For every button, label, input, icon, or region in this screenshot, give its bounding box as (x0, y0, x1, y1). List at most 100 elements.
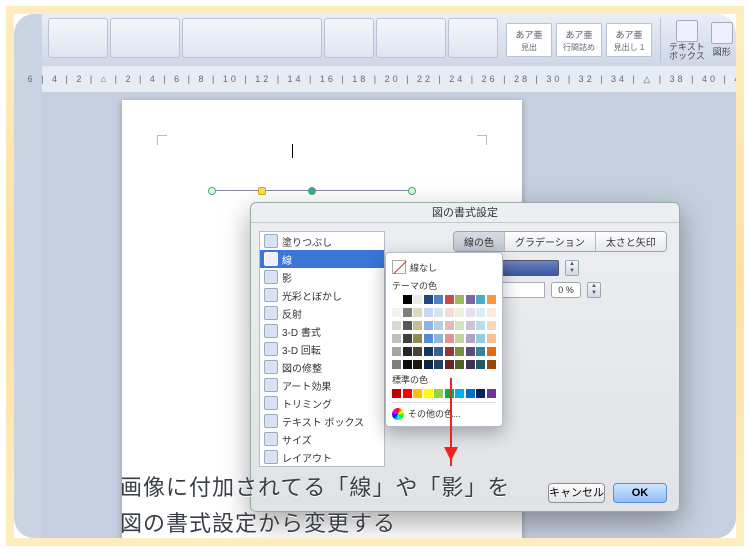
more-colors-option[interactable]: その他の色... (392, 402, 496, 420)
sidebar-item[interactable]: テキスト ボックス (260, 412, 384, 430)
color-swatch[interactable] (466, 347, 475, 356)
color-swatch[interactable] (424, 347, 433, 356)
no-line-option[interactable]: 線なし (392, 259, 496, 275)
color-swatch[interactable] (455, 321, 464, 330)
color-swatch[interactable] (434, 360, 443, 369)
color-swatch[interactable] (424, 321, 433, 330)
resize-handle[interactable] (208, 187, 216, 195)
ribbon-group[interactable] (110, 18, 180, 58)
sidebar-item[interactable]: レイアウト (260, 448, 384, 466)
color-swatch[interactable] (403, 347, 412, 356)
ribbon-group[interactable] (376, 18, 446, 58)
color-swatch[interactable] (476, 295, 485, 304)
color-swatch[interactable] (487, 308, 496, 317)
opacity-value[interactable]: 0 % (551, 282, 581, 298)
color-swatch[interactable] (476, 334, 485, 343)
color-swatch[interactable] (403, 308, 412, 317)
color-swatch[interactable] (413, 321, 422, 330)
line-tab[interactable]: グラデーション (505, 232, 596, 251)
color-swatch[interactable] (487, 334, 496, 343)
sidebar-item[interactable]: 反射 (260, 304, 384, 322)
color-swatch[interactable] (392, 295, 401, 304)
color-swatch[interactable] (392, 321, 401, 330)
color-swatch[interactable] (455, 334, 464, 343)
sidebar-item[interactable]: 影 (260, 268, 384, 286)
opacity-stepper[interactable]: ▲▼ (587, 282, 601, 298)
ribbon-group[interactable] (48, 18, 108, 58)
color-swatch[interactable] (424, 389, 433, 398)
color-swatch[interactable] (445, 360, 454, 369)
sidebar-item[interactable]: 光彩とぼかし (260, 286, 384, 304)
color-swatch[interactable] (413, 334, 422, 343)
color-swatch[interactable] (445, 389, 454, 398)
sidebar-item[interactable]: 3-D 書式 (260, 322, 384, 340)
color-swatch[interactable] (434, 321, 443, 330)
selected-shape-line[interactable] (212, 190, 412, 191)
color-swatch[interactable] (487, 295, 496, 304)
sidebar-item[interactable]: サイズ (260, 430, 384, 448)
color-swatch[interactable] (434, 295, 443, 304)
color-dropdown-button[interactable]: ▲▼ (565, 260, 579, 276)
color-swatch[interactable] (424, 295, 433, 304)
color-swatch[interactable] (434, 389, 443, 398)
color-swatch[interactable] (403, 334, 412, 343)
color-swatch[interactable] (403, 389, 412, 398)
color-swatch[interactable] (445, 334, 454, 343)
sidebar-item[interactable]: 代替テキスト (260, 466, 384, 467)
color-swatch[interactable] (403, 360, 412, 369)
shapes-button[interactable]: 図形 (711, 22, 733, 58)
color-swatch[interactable] (403, 321, 412, 330)
color-swatch[interactable] (487, 347, 496, 356)
color-swatch[interactable] (445, 321, 454, 330)
resize-handle[interactable] (308, 187, 316, 195)
color-swatch[interactable] (413, 389, 422, 398)
color-swatch[interactable] (434, 347, 443, 356)
style-preset[interactable]: あア亜 行間詰め (556, 23, 602, 57)
color-swatch[interactable] (466, 321, 475, 330)
color-swatch[interactable] (455, 360, 464, 369)
sidebar-item[interactable]: アート効果 (260, 376, 384, 394)
color-swatch[interactable] (466, 308, 475, 317)
sidebar-item[interactable]: トリミング (260, 394, 384, 412)
color-swatch[interactable] (424, 308, 433, 317)
color-swatch[interactable] (434, 308, 443, 317)
ribbon-group[interactable] (448, 18, 498, 58)
color-swatch[interactable] (476, 389, 485, 398)
cancel-button[interactable]: キャンセル (548, 483, 605, 503)
color-swatch[interactable] (487, 321, 496, 330)
color-swatch[interactable] (445, 295, 454, 304)
color-swatch[interactable] (487, 360, 496, 369)
ribbon-group[interactable] (324, 18, 374, 58)
color-swatch[interactable] (392, 347, 401, 356)
color-swatch[interactable] (413, 347, 422, 356)
sidebar-item[interactable]: 線 (260, 250, 384, 268)
color-swatch[interactable] (476, 308, 485, 317)
color-swatch[interactable] (392, 360, 401, 369)
sidebar-item[interactable]: 塗りつぶし (260, 232, 384, 250)
color-swatch[interactable] (455, 347, 464, 356)
color-swatch[interactable] (445, 347, 454, 356)
picture-button[interactable]: 図 (739, 22, 744, 58)
color-swatch[interactable] (445, 308, 454, 317)
color-swatch[interactable] (392, 389, 401, 398)
sidebar-item[interactable]: 図の修整 (260, 358, 384, 376)
color-swatch[interactable] (455, 389, 464, 398)
color-swatch[interactable] (413, 295, 422, 304)
ribbon-group[interactable] (182, 18, 322, 58)
ok-button[interactable]: OK (613, 483, 667, 503)
textbox-button[interactable]: テキスト ボックス (669, 20, 705, 61)
resize-handle[interactable] (408, 187, 416, 195)
sidebar-item[interactable]: 3-D 回転 (260, 340, 384, 358)
horizontal-ruler[interactable]: 6 | 4 | 2 | ⌂ | 2 | 4 | 6 | 8 | 10 | 12 … (42, 66, 736, 92)
line-tab[interactable]: 線の色 (454, 232, 505, 251)
style-preset[interactable]: あア亜 見出し 1 (606, 23, 652, 57)
color-swatch[interactable] (466, 295, 475, 304)
color-swatch[interactable] (466, 360, 475, 369)
color-swatch[interactable] (476, 360, 485, 369)
color-swatch[interactable] (476, 321, 485, 330)
color-swatch[interactable] (455, 308, 464, 317)
color-swatch[interactable] (392, 308, 401, 317)
color-swatch[interactable] (392, 334, 401, 343)
color-swatch[interactable] (413, 360, 422, 369)
style-preset[interactable]: あア亜 見出 (506, 23, 552, 57)
